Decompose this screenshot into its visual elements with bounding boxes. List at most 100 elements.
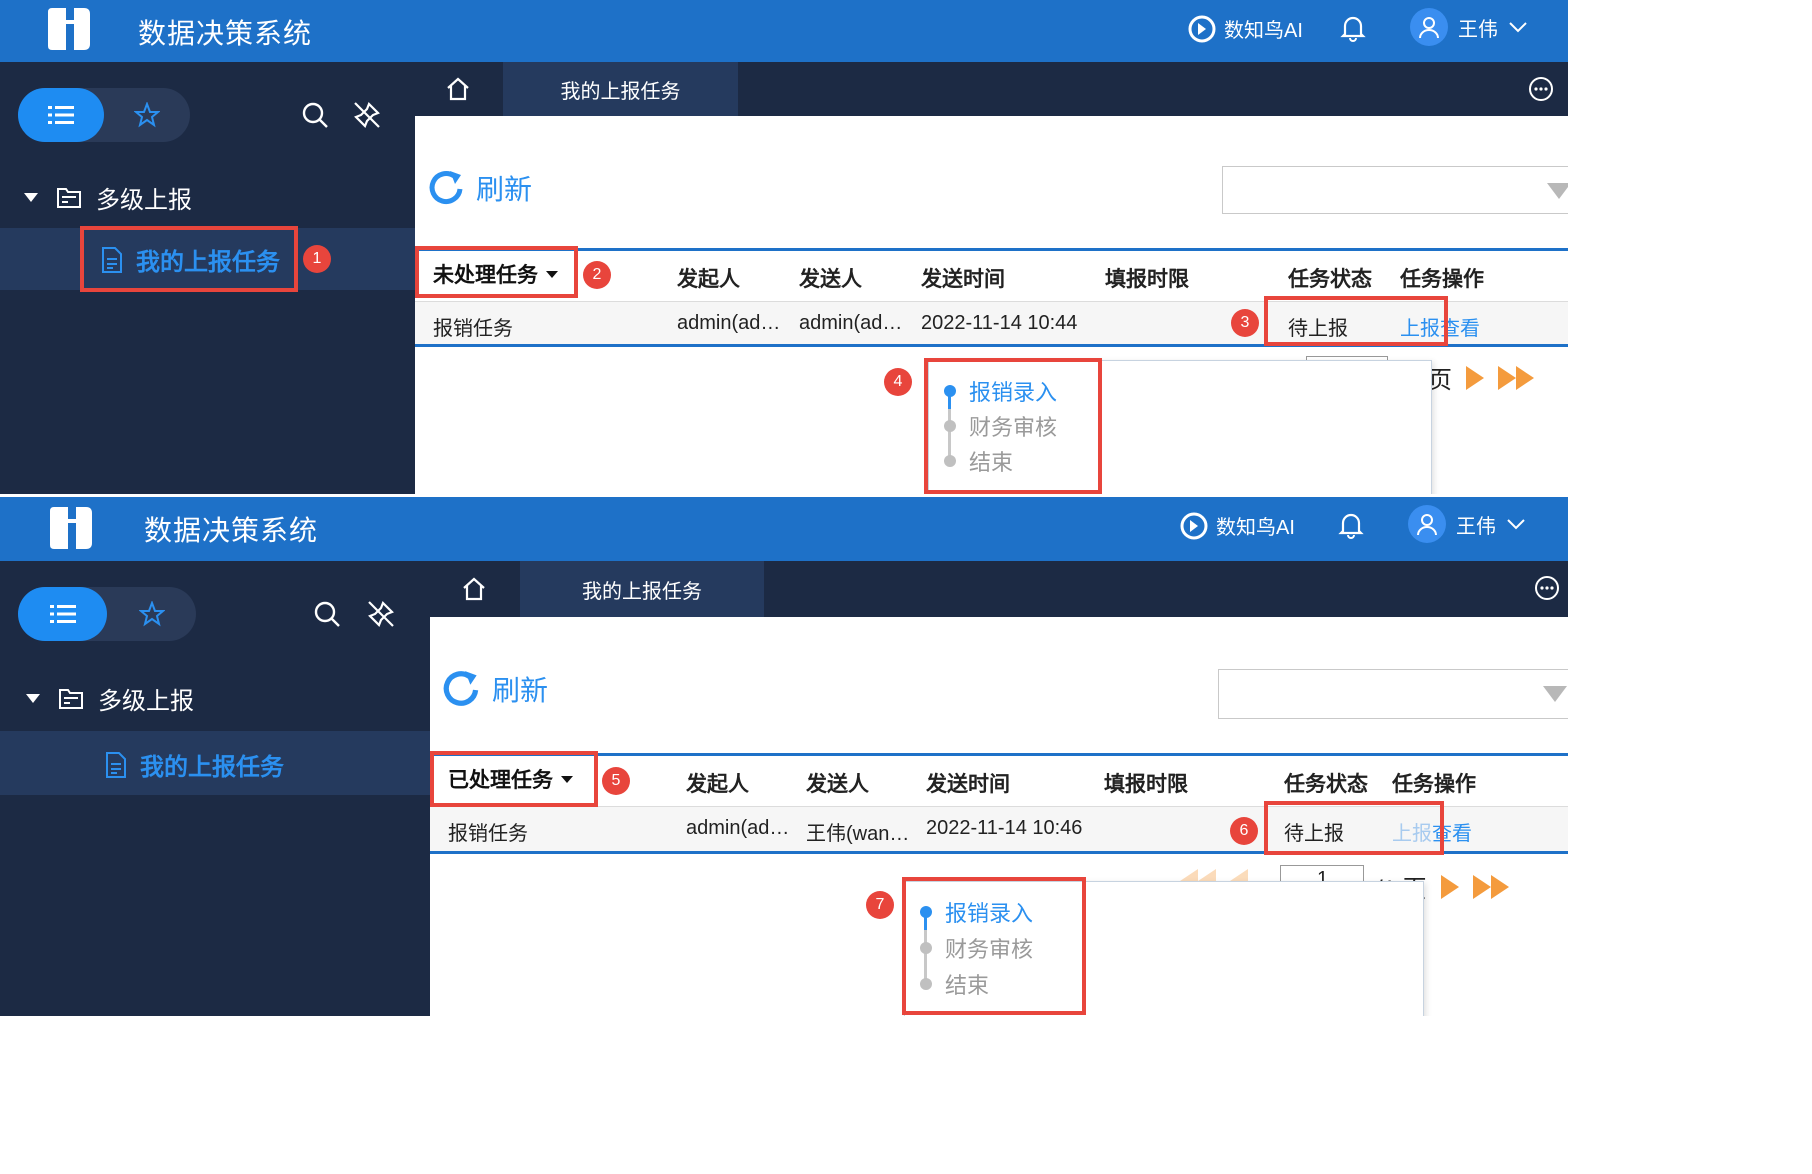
highlight-box (1264, 801, 1444, 855)
bell-icon[interactable] (1340, 14, 1366, 42)
step-badge: 6 (1230, 817, 1258, 845)
refresh-button[interactable]: 刷新 (442, 669, 548, 709)
highlight-box (80, 226, 298, 292)
cell-task-name: 报销任务 (448, 823, 528, 845)
tree-folder-label: 多级上报 (98, 688, 194, 715)
list-icon (49, 605, 76, 623)
app-title: 数据决策系统 (138, 18, 313, 49)
expand-caret-icon (26, 694, 40, 703)
cell-task-name: 报销任务 (433, 318, 513, 340)
highlight-box (902, 877, 1086, 1015)
home-icon (447, 77, 469, 101)
bell-icon[interactable] (1338, 511, 1364, 539)
highlight-box (415, 246, 578, 298)
cell-initiator: admin(ad… (677, 312, 781, 334)
expand-caret-icon (24, 193, 38, 202)
last-page-icon[interactable] (1472, 874, 1509, 899)
highlight-box (924, 358, 1102, 494)
step-badge: 7 (866, 891, 894, 919)
tree-item-label: 我的上报任务 (140, 754, 284, 781)
next-page-icon[interactable] (1440, 874, 1459, 899)
cell-send-time: 2022-11-14 10:46 (926, 817, 1083, 839)
user-menu[interactable]: 王伟 (1408, 505, 1526, 543)
screenshot-panel-2: 数据决策系统 数知鸟AI 王伟 多级上报 我的上报任务 我的上报任务 刷新 已处… (0, 497, 1568, 1016)
refresh-label: 刷新 (492, 675, 549, 706)
user-icon (1410, 8, 1448, 46)
favorites-button[interactable] (104, 88, 190, 142)
tree-folder-label: 多级上报 (96, 187, 192, 214)
dropdown-arrow-icon (1547, 183, 1568, 199)
step-badge: 4 (884, 368, 912, 396)
sidebar-mode-switch (18, 587, 196, 641)
home-tab[interactable] (415, 62, 501, 116)
column-header: 任务操作 (1400, 268, 1484, 291)
top-bar: 数据决策系统 数知鸟AI 王伟 (0, 497, 1568, 561)
list-view-button[interactable] (18, 88, 104, 142)
refresh-icon (443, 671, 479, 706)
filter-dropdown[interactable] (1218, 669, 1568, 719)
tree-item-my-report-tasks[interactable]: 我的上报任务 (104, 747, 284, 782)
cell-send-time: 2022-11-14 10:44 (921, 312, 1078, 334)
app-logo (48, 8, 90, 50)
tree-folder-multilevel-report[interactable]: 多级上报 (26, 681, 194, 716)
folder-icon (57, 187, 81, 208)
tab-bar: 我的上报任务 (430, 561, 1568, 617)
more-icon[interactable] (1534, 575, 1560, 601)
search-icon[interactable] (300, 100, 330, 130)
step-badge: 2 (583, 261, 611, 289)
ai-assistant-button[interactable]: 数知鸟AI (1180, 511, 1295, 540)
home-icon (463, 577, 485, 601)
cell-initiator: admin(ad… (686, 817, 790, 839)
folder-icon (59, 688, 83, 709)
column-header: 发起人 (686, 773, 749, 796)
step-badge: 5 (602, 767, 630, 795)
last-page-icon[interactable] (1498, 365, 1534, 390)
column-header: 发送时间 (926, 773, 1010, 796)
ai-assistant-button[interactable]: 数知鸟AI (1188, 14, 1303, 43)
refresh-button[interactable]: 刷新 (428, 168, 532, 208)
favorites-button[interactable] (107, 587, 196, 641)
list-view-button[interactable] (18, 587, 107, 641)
top-bar: 数据决策系统 数知鸟AI 王伟 (0, 0, 1568, 62)
tab-my-report-tasks[interactable]: 我的上报任务 (520, 561, 764, 617)
highlight-box (1264, 296, 1448, 346)
list-icon (48, 106, 74, 124)
unpin-icon[interactable] (366, 599, 396, 629)
user-name: 王伟 (1458, 18, 1498, 41)
document-icon (106, 751, 126, 778)
unpin-icon[interactable] (352, 100, 382, 130)
column-header: 发送人 (799, 268, 862, 291)
step-badge: 1 (303, 245, 331, 273)
dropdown-arrow-icon (1543, 686, 1567, 702)
app-logo (50, 507, 92, 549)
refresh-icon (429, 171, 463, 205)
next-page-icon[interactable] (1466, 365, 1484, 390)
more-icon[interactable] (1528, 76, 1554, 102)
column-header: 发送人 (806, 773, 869, 796)
filter-dropdown[interactable] (1222, 166, 1568, 214)
column-header: 发起人 (677, 268, 740, 291)
pager: 页 (1428, 360, 1534, 395)
column-header: 任务状态 (1288, 268, 1372, 291)
star-icon (134, 102, 160, 128)
user-name: 王伟 (1456, 515, 1496, 538)
table-header: 已处理任务 发起人 发送人 发送时间 填报时限 任务状态 任务操作 (430, 756, 1568, 806)
search-icon[interactable] (312, 599, 342, 629)
column-header: 任务状态 (1284, 773, 1368, 796)
highlight-box (430, 751, 598, 807)
home-tab[interactable] (430, 561, 518, 617)
tree-folder-multilevel-report[interactable]: 多级上报 (24, 180, 192, 215)
step-badge: 3 (1231, 309, 1259, 337)
sidebar-mode-switch (18, 88, 190, 142)
star-icon (138, 601, 165, 627)
column-header: 发送时间 (921, 268, 1005, 291)
column-header: 填报时限 (1105, 268, 1189, 291)
ai-logo-icon (1188, 15, 1216, 42)
tab-my-report-tasks[interactable]: 我的上报任务 (503, 62, 738, 116)
ai-label: 数知鸟AI (1216, 517, 1295, 539)
cell-sender: 王伟(wan… (806, 823, 910, 845)
cell-sender: admin(ad… (799, 312, 903, 334)
ai-logo-icon (1180, 512, 1208, 539)
user-menu[interactable]: 王伟 (1410, 8, 1528, 46)
tab-bar: 我的上报任务 (415, 62, 1568, 116)
